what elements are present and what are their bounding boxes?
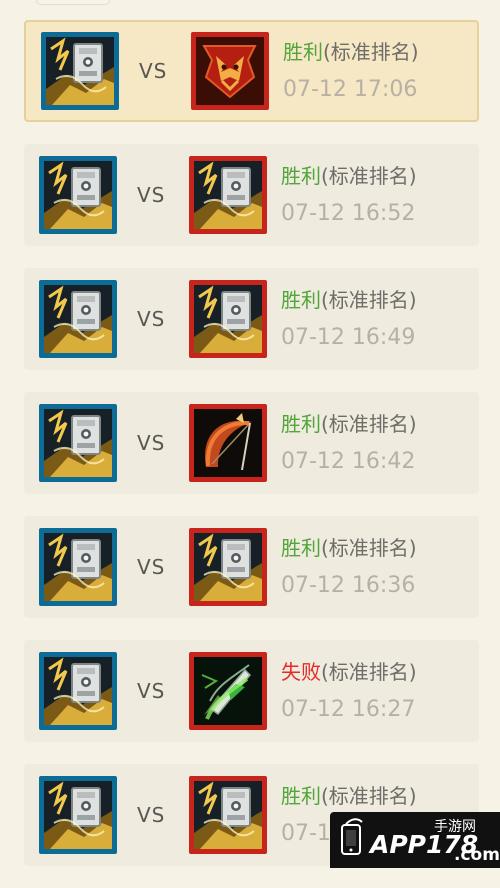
match-row[interactable]: VS 失败(标准排名) 07-12 16:27 bbox=[24, 640, 479, 742]
result-status: 胜利 bbox=[283, 40, 323, 64]
result-status: 胜利 bbox=[281, 784, 321, 808]
result-status: 失败 bbox=[281, 660, 321, 684]
match-result: 胜利(标准排名) bbox=[283, 36, 419, 65]
match-time: 07-12 16:42 bbox=[281, 449, 416, 474]
result-status: 胜利 bbox=[281, 288, 321, 312]
vs-label: VS bbox=[137, 679, 166, 703]
match-result: 胜利(标准排名) bbox=[281, 160, 417, 189]
vs-label: VS bbox=[137, 183, 166, 207]
result-status: 胜利 bbox=[281, 164, 321, 188]
match-row[interactable]: VS 胜利(标准排名) 07-12 16:36 bbox=[24, 516, 479, 618]
match-time: 07-12 17:06 bbox=[283, 77, 418, 102]
rune-icon[interactable] bbox=[189, 528, 267, 606]
top-tab[interactable] bbox=[36, 0, 110, 5]
game-mode: (标准排名) bbox=[321, 660, 417, 684]
rune-icon[interactable] bbox=[189, 156, 267, 234]
game-mode: (标准排名) bbox=[323, 40, 419, 64]
rune-icon[interactable] bbox=[39, 404, 117, 482]
game-mode: (标准排名) bbox=[321, 412, 417, 436]
game-mode: (标准排名) bbox=[321, 784, 417, 808]
site-watermark: APP178 手游网 .com bbox=[330, 812, 500, 868]
match-time: 07-12 16:27 bbox=[281, 697, 416, 722]
vs-label: VS bbox=[137, 431, 166, 455]
vs-label: VS bbox=[137, 803, 166, 827]
dagger-icon[interactable] bbox=[189, 652, 267, 730]
match-time: 07-12 16:36 bbox=[281, 573, 416, 598]
match-result: 失败(标准排名) bbox=[281, 656, 417, 685]
watermark-domain: .com bbox=[454, 845, 500, 865]
game-mode: (标准排名) bbox=[321, 536, 417, 560]
match-row[interactable]: VS 胜利(标准排名) 07-12 17:06 bbox=[24, 20, 479, 122]
phone-icon bbox=[341, 818, 363, 855]
game-mode: (标准排名) bbox=[321, 288, 417, 312]
rune-icon[interactable] bbox=[39, 528, 117, 606]
rune-icon[interactable] bbox=[39, 280, 117, 358]
match-time: 07-12 16:49 bbox=[281, 325, 416, 350]
vs-label: VS bbox=[137, 307, 166, 331]
match-row[interactable]: VS 胜利(标准排名) 07-12 16:49 bbox=[24, 268, 479, 370]
rune-icon[interactable] bbox=[39, 156, 117, 234]
match-result: 胜利(标准排名) bbox=[281, 408, 417, 437]
result-status: 胜利 bbox=[281, 536, 321, 560]
vs-label: VS bbox=[139, 59, 168, 83]
bow-icon[interactable] bbox=[189, 404, 267, 482]
rune-icon[interactable] bbox=[39, 652, 117, 730]
match-result: 胜利(标准排名) bbox=[281, 532, 417, 561]
game-mode: (标准排名) bbox=[321, 164, 417, 188]
rune-icon[interactable] bbox=[189, 776, 267, 854]
rune-icon[interactable] bbox=[189, 280, 267, 358]
match-time: 07-12 16:52 bbox=[281, 201, 416, 226]
rune-icon[interactable] bbox=[39, 776, 117, 854]
watermark-subtext: 手游网 bbox=[434, 819, 476, 835]
match-row[interactable]: VS 胜利(标准排名) 07-12 16:42 bbox=[24, 392, 479, 494]
vs-label: VS bbox=[137, 555, 166, 579]
result-status: 胜利 bbox=[281, 412, 321, 436]
match-row[interactable]: VS 胜利(标准排名) 07-12 16:52 bbox=[24, 144, 479, 246]
rune-icon[interactable] bbox=[41, 32, 119, 110]
match-history-list: VS 胜利(标准排名) 07-12 17:06 VS 胜利(标准排名) 07-1… bbox=[24, 20, 479, 888]
match-result: 胜利(标准排名) bbox=[281, 284, 417, 313]
match-result: 胜利(标准排名) bbox=[281, 780, 417, 809]
war-banner-icon[interactable] bbox=[191, 32, 269, 110]
